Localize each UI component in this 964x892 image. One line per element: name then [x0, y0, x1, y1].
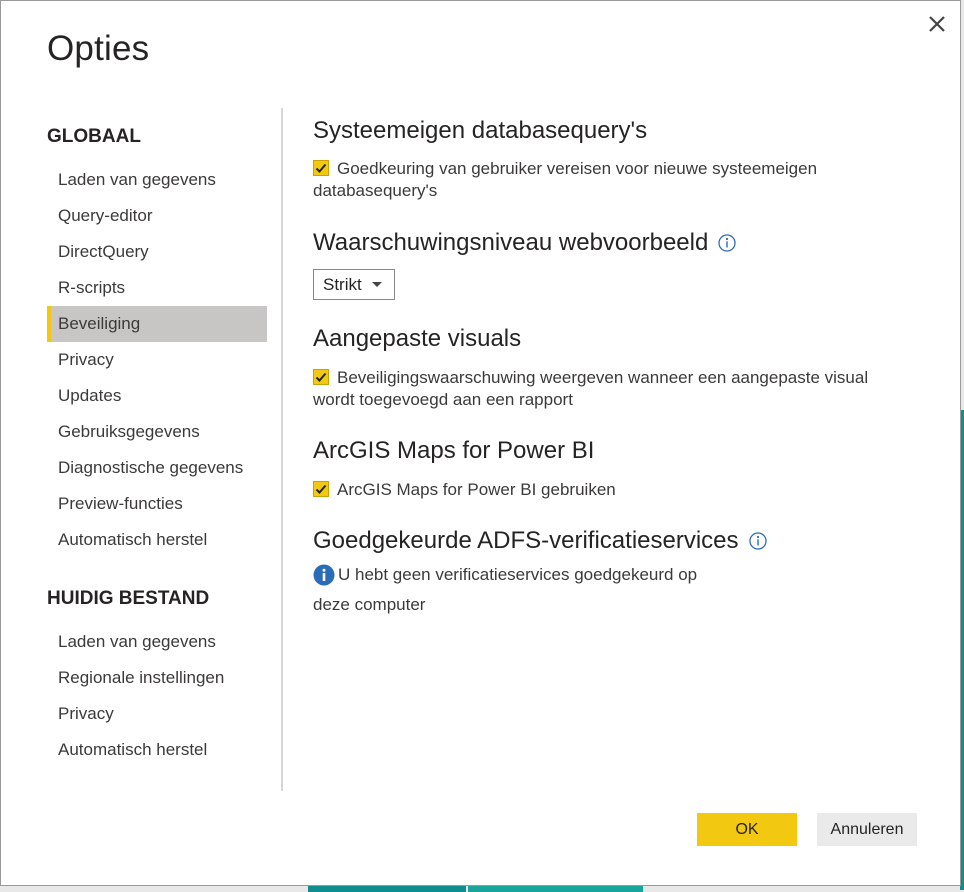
options-dialog: Opties GLOBAAL Laden van gegevens Query-… [0, 0, 961, 886]
nav-item-directquery[interactable]: DirectQuery [47, 234, 267, 270]
web-preview-title-text: Waarschuwingsniveau webvoorbeeld [313, 229, 709, 256]
section-title-web-preview: Waarschuwingsniveau webvoorbeeld [313, 229, 737, 257]
native-queries-label-cont: databasequery's [313, 181, 438, 200]
chevron-down-icon [371, 282, 382, 287]
custom-visuals-label-cont: wordt toegevoegd aan een rapport [313, 390, 573, 409]
dropdown-value: Strikt [323, 274, 362, 294]
nav-item-preview-functies[interactable]: Preview-functies [47, 486, 267, 522]
dialog-title: Opties [47, 29, 150, 68]
adfs-info-text: U hebt geen verificatieservices goedgeke… [338, 565, 698, 584]
nav-item-privacy[interactable]: Privacy [47, 342, 267, 378]
checkmark-icon [315, 372, 327, 382]
nav-item-beveiliging[interactable]: Beveiliging [47, 306, 267, 342]
nav-heading-global: GLOBAAL [47, 126, 141, 147]
adfs-title-text: Goedgekeurde ADFS-verificatieservices [313, 527, 739, 554]
arcgis-label: ArcGIS Maps for Power BI gebruiken [337, 480, 616, 499]
checkmark-icon [315, 484, 327, 494]
nav-item-automatisch-herstel[interactable]: Automatisch herstel [47, 522, 267, 558]
custom-visuals-label: Beveiligingswaarschuwing weergeven wanne… [337, 368, 869, 387]
close-icon [929, 16, 945, 32]
background-window-edge [308, 886, 466, 892]
nav-item-updates[interactable]: Updates [47, 378, 267, 414]
nav-item-gebruiksgegevens[interactable]: Gebruiksgegevens [47, 414, 267, 450]
close-button[interactable] [922, 9, 952, 39]
native-queries-option: Goedkeuring van gebruiker vereisen voor … [313, 158, 913, 202]
native-queries-checkbox[interactable] [313, 160, 329, 176]
nav-item-file-laden-van-gegevens[interactable]: Laden van gegevens [47, 624, 267, 660]
native-queries-label: Goedkeuring van gebruiker vereisen voor … [337, 159, 818, 178]
arcgis-checkbox[interactable] [313, 481, 329, 497]
nav-item-diagnostische-gegevens[interactable]: Diagnostische gegevens [47, 450, 267, 486]
section-title-native-queries: Systeemeigen databasequery's [313, 117, 648, 144]
background-window-edge [468, 886, 643, 892]
adfs-info-message: U hebt geen verificatieservices goedgeke… [313, 564, 697, 586]
ok-button[interactable]: OK [697, 813, 797, 846]
nav-item-laden-van-gegevens[interactable]: Laden van gegevens [47, 162, 267, 198]
custom-visuals-option: Beveiligingswaarschuwing weergeven wanne… [313, 367, 913, 411]
section-title-custom-visuals: Aangepaste visuals [313, 325, 522, 352]
nav-item-file-regionale-instellingen[interactable]: Regionale instellingen [47, 660, 267, 696]
info-filled-icon [313, 564, 335, 586]
section-title-arcgis: ArcGIS Maps for Power BI [313, 437, 595, 464]
section-title-adfs: Goedgekeurde ADFS-verificatieservices [313, 527, 768, 555]
cancel-button[interactable]: Annuleren [817, 813, 917, 846]
arcgis-option: ArcGIS Maps for Power BI gebruiken [313, 479, 913, 501]
nav-item-query-editor[interactable]: Query-editor [47, 198, 267, 234]
info-icon[interactable] [748, 531, 768, 551]
custom-visuals-checkbox[interactable] [313, 369, 329, 385]
adfs-info-text-cont: deze computer [313, 595, 426, 614]
nav-heading-current-file: HUIDIG BESTAND [47, 588, 210, 609]
nav-item-file-automatisch-herstel[interactable]: Automatisch herstel [47, 732, 267, 768]
info-icon[interactable] [717, 233, 737, 253]
web-preview-level-dropdown[interactable]: Strikt [313, 269, 395, 300]
checkmark-icon [315, 163, 327, 173]
nav-item-file-privacy[interactable]: Privacy [47, 696, 267, 732]
sidebar-divider [281, 108, 283, 791]
nav-item-r-scripts[interactable]: R-scripts [47, 270, 267, 306]
